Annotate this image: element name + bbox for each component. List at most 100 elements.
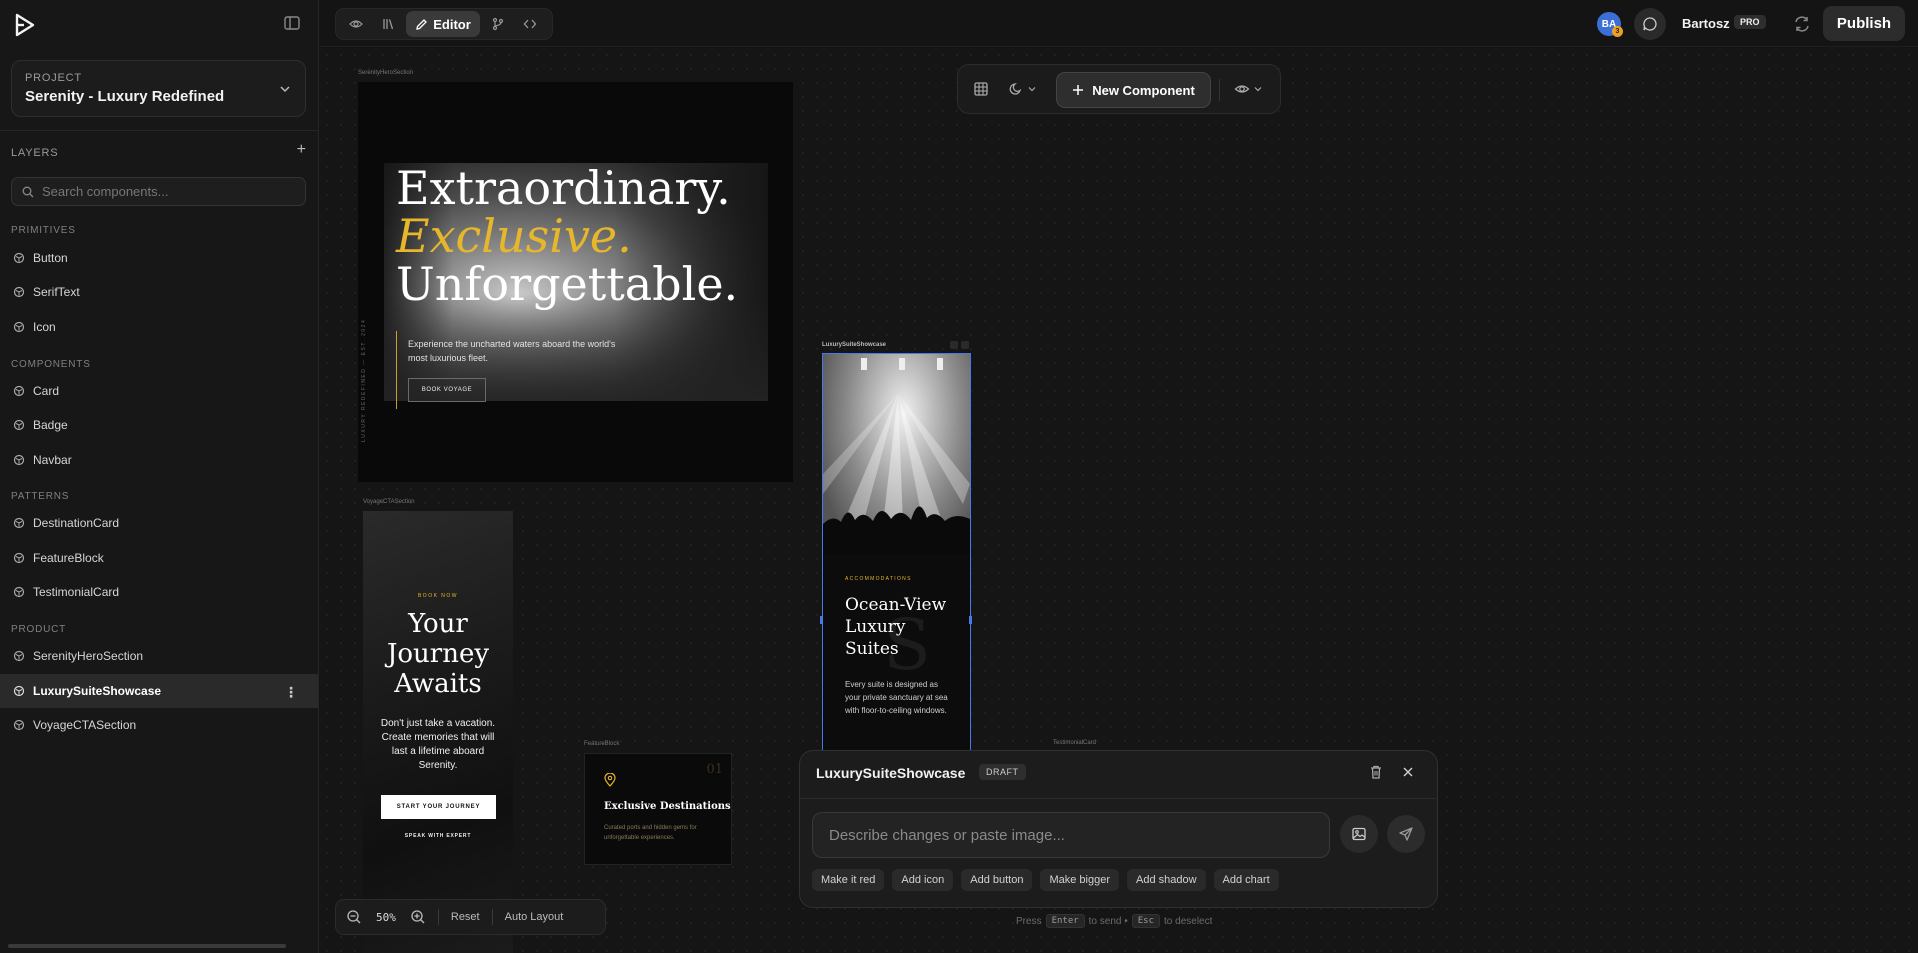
hint-deselect: to deselect <box>1164 915 1213 927</box>
speak-expert-link[interactable]: SPEAK WITH EXPERT <box>363 833 513 839</box>
voyage-headline-line2: Journey <box>386 639 490 669</box>
frame-label-testimonial[interactable]: TestimonialCard <box>1053 740 1096 746</box>
layer-item-navbar[interactable]: Navbar <box>0 443 318 477</box>
auto-layout-button[interactable]: Auto Layout <box>505 911 564 923</box>
eye-icon <box>1234 85 1250 93</box>
editor-mode-button[interactable]: Editor <box>406 11 480 37</box>
send-button[interactable] <box>1387 815 1425 853</box>
attach-image-button[interactable] <box>1340 815 1378 853</box>
section-label-components: COMPONENTS <box>11 359 91 370</box>
visibility-toggle[interactable] <box>1234 81 1262 97</box>
hero-headline-line3: Unforgettable. <box>396 257 739 311</box>
layer-item-testimonialcard[interactable]: TestimonialCard <box>0 575 318 609</box>
frame-label-voyage[interactable]: VoyageCTASection <box>363 499 415 505</box>
chevron-down-icon <box>280 86 290 93</box>
zoom-separator <box>437 909 439 925</box>
frame-label-hero[interactable]: SerenityHeroSection <box>358 70 413 76</box>
layer-item-label: Badge <box>33 418 68 432</box>
enter-key: Enter <box>1045 914 1085 928</box>
voyage-cta-frame[interactable]: BOOK NOW Your Journey Awaits Don't just … <box>363 511 513 953</box>
project-selector[interactable]: PROJECT Serenity - Luxury Redefined <box>11 60 306 117</box>
hero-frame[interactable]: Extraordinary. Exclusive. Unforgettable.… <box>358 82 793 482</box>
layer-item-serenityherosection[interactable]: SerenityHeroSection <box>0 639 318 673</box>
library-mode-button[interactable] <box>374 11 402 37</box>
chip-add-chart[interactable]: Add chart <box>1213 869 1279 891</box>
chip-add-shadow[interactable]: Add shadow <box>1127 869 1206 891</box>
ai-panel-title: LuxurySuiteShowcase <box>816 765 966 781</box>
theme-toggle[interactable] <box>1009 81 1036 96</box>
close-icon[interactable] <box>1400 764 1416 780</box>
esc-key: Esc <box>1131 914 1161 928</box>
chevron-down-icon <box>1254 87 1262 92</box>
component-icon <box>13 517 25 529</box>
layer-item-badge[interactable]: Badge <box>0 408 318 442</box>
sidebar: PROJECT Serenity - Luxury Redefined LAYE… <box>0 0 319 953</box>
chip-make-bigger[interactable]: Make bigger <box>1040 869 1119 891</box>
start-journey-button[interactable]: START YOUR JOURNEY <box>381 795 496 819</box>
duplicate-icon[interactable] <box>950 341 958 349</box>
layer-item-luxurysuiteshowcase[interactable]: LuxurySuiteShowcase ⋮ <box>0 674 318 708</box>
frame-label-lux[interactable]: LuxurySuiteShowcase <box>822 342 886 348</box>
layer-item-button[interactable]: Button <box>0 241 318 275</box>
chip-make-it-red[interactable]: Make it red <box>812 869 885 891</box>
zoom-in-icon[interactable] <box>410 909 426 925</box>
copy-icon[interactable] <box>961 341 969 349</box>
app-logo-icon[interactable] <box>12 12 38 38</box>
chip-add-button[interactable]: Add button <box>961 869 1033 891</box>
zoom-out-icon[interactable] <box>346 909 362 925</box>
feature-block-frame[interactable]: 01 Exclusive Destinations Curated ports … <box>584 753 732 865</box>
branch-mode-button[interactable] <box>484 11 512 37</box>
zoom-controls: 50% Reset Auto Layout <box>335 899 606 935</box>
layer-item-label: SerenityHeroSection <box>33 649 144 663</box>
chat-bubble-icon <box>1643 17 1657 31</box>
preview-mode-button[interactable] <box>342 11 370 37</box>
code-icon <box>523 19 537 29</box>
component-icon <box>13 552 25 564</box>
divider <box>0 130 319 131</box>
reset-zoom-button[interactable]: Reset <box>451 911 480 923</box>
layer-item-label: FeatureBlock <box>33 551 104 565</box>
trash-icon[interactable] <box>1368 764 1384 780</box>
layer-item-featureblock[interactable]: FeatureBlock <box>0 541 318 575</box>
resize-handle-left[interactable] <box>820 616 823 624</box>
hero-body: Experience the uncharted waters aboard t… <box>408 339 616 363</box>
canvas[interactable]: New Component SerenityHeroSection Extrao… <box>320 48 1918 953</box>
layer-item-seriftext[interactable]: SerifText <box>0 275 318 309</box>
avatar-notification-badge: 3 <box>1612 26 1623 37</box>
layer-item-destinationcard[interactable]: DestinationCard <box>0 506 318 540</box>
layer-item-label: Card <box>33 384 60 398</box>
hero-accent-rule <box>396 331 397 409</box>
comments-button[interactable] <box>1634 8 1666 40</box>
resize-handle-right[interactable] <box>969 616 972 624</box>
topbar: Editor BA 3 Bartosz PRO Publish <box>320 0 1918 47</box>
layer-item-label: DestinationCard <box>33 516 120 530</box>
light-rays-graphic <box>823 358 970 554</box>
refresh-icon[interactable] <box>1792 14 1812 34</box>
frame-label-feature[interactable]: FeatureBlock <box>584 741 619 747</box>
luxury-suite-frame[interactable]: S ACCOMMODATIONS Ocean-View Luxury Suite… <box>822 353 971 753</box>
layer-item-card[interactable]: Card <box>0 374 318 408</box>
lux-headline-line1: Ocean-View <box>845 595 947 615</box>
layer-item-label: Icon <box>33 320 56 334</box>
grid-icon[interactable] <box>973 81 989 97</box>
new-component-button[interactable]: New Component <box>1056 72 1211 108</box>
layer-item-icon[interactable]: Icon <box>0 310 318 344</box>
search-input[interactable] <box>42 184 282 199</box>
hero-book-button[interactable]: BOOK VOYAGE <box>408 378 486 402</box>
frame-actions <box>950 341 969 349</box>
lux-kicker: ACCOMMODATIONS <box>845 576 912 582</box>
layer-item-label: LuxurySuiteShowcase <box>33 684 162 698</box>
layer-item-voyagectasection[interactable]: VoyageCTASection <box>0 708 318 742</box>
describe-changes-input[interactable] <box>812 812 1330 858</box>
add-layer-icon[interactable]: + <box>297 141 306 159</box>
layer-item-label: VoyageCTASection <box>33 718 137 732</box>
sidebar-scrollbar[interactable] <box>8 944 286 948</box>
publish-button[interactable]: Publish <box>1823 6 1905 41</box>
user-name: Bartosz <box>1682 16 1730 31</box>
chip-add-icon[interactable]: Add icon <box>892 869 954 891</box>
ai-edit-panel: LuxurySuiteShowcase DRAFT Describe chang… <box>799 750 1438 908</box>
collapse-sidebar-icon[interactable] <box>283 14 301 32</box>
more-options-icon[interactable]: ⋮ <box>284 684 298 701</box>
code-mode-button[interactable] <box>516 11 544 37</box>
project-label: PROJECT <box>25 72 82 84</box>
